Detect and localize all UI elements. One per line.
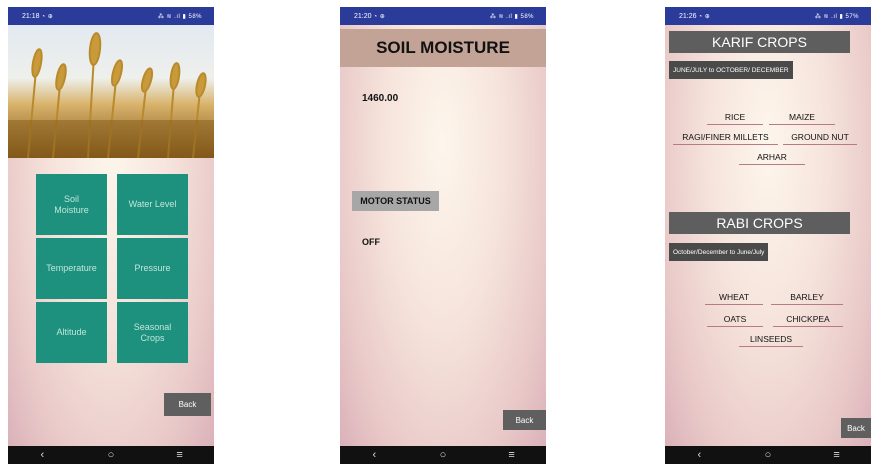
tile-temperature[interactable]: Temperature	[36, 238, 107, 299]
status-right: ⁂ ≋ .ıl ▮ 58%	[489, 13, 534, 20]
soil-moisture-value: 1460.00	[362, 93, 399, 104]
back-button[interactable]: Back	[503, 410, 546, 430]
notification-icons: ◔ ⊕	[373, 13, 386, 20]
status-left: 21:20 ◔ ⊕	[354, 13, 385, 20]
status-right: ⁂ ≋ .ıl ▮ 57%	[814, 13, 859, 20]
crop-wheat: WHEAT	[705, 292, 763, 305]
android-nav-bar: ‹ ○ ≡	[340, 446, 546, 464]
karif-season-range: JUNE/JULY to OCTOBER/ DECEMBER	[669, 61, 793, 79]
status-time: 21:20	[354, 12, 372, 20]
status-right: ⁂ ≋ .ıl ▮ 58%	[157, 13, 202, 20]
nav-menu-icon[interactable]: ≡	[497, 446, 527, 464]
karif-crops-header: KARIF CROPS	[669, 31, 850, 53]
status-left: 21:18 ◔ ⊕	[22, 13, 53, 20]
status-time: 21:18	[22, 12, 40, 20]
status-time: 21:26	[679, 12, 697, 20]
tile-altitude[interactable]: Altitude	[36, 302, 107, 363]
android-nav-bar: ‹ ○ ≡	[8, 446, 214, 464]
back-button[interactable]: Back	[841, 418, 871, 438]
crop-arhar: ARHAR	[739, 152, 805, 165]
crop-barley: BARLEY	[771, 292, 843, 305]
crop-maize: MAIZE	[769, 112, 835, 125]
motor-status-label: MOTOR STATUS	[352, 191, 439, 211]
notification-icons: ◔ ⊕	[41, 13, 54, 20]
nav-back-icon[interactable]: ‹	[684, 446, 714, 464]
crop-chickpea: CHICKPEA	[773, 314, 843, 327]
notification-icons: ◔ ⊕	[698, 13, 711, 20]
crop-linseeds: LINSEEDS	[739, 334, 803, 347]
tile-soil-moisture[interactable]: Soil Moisture	[36, 174, 107, 235]
nav-home-icon[interactable]: ○	[96, 446, 126, 464]
crop-ground-nut: GROUND NUT	[783, 132, 857, 145]
page-title: SOIL MOISTURE	[340, 29, 546, 67]
crop-ragi-finer-millets: RAGI/FINER MILLETS	[673, 132, 778, 145]
rabi-crops-header: RABI CROPS	[669, 212, 850, 234]
motor-status-value: OFF	[362, 237, 380, 247]
status-left: 21:26 ◔ ⊕	[679, 13, 710, 20]
tile-pressure[interactable]: Pressure	[117, 238, 188, 299]
nav-back-icon[interactable]: ‹	[359, 446, 389, 464]
status-bar: 21:20 ◔ ⊕ ⁂ ≋ .ıl ▮ 58%	[340, 7, 546, 25]
nav-home-icon[interactable]: ○	[428, 446, 458, 464]
tile-seasonal-crops[interactable]: Seasonal Crops	[117, 302, 188, 363]
nav-menu-icon[interactable]: ≡	[822, 446, 852, 464]
crop-rice: RICE	[707, 112, 763, 125]
wheat-field-illustration	[8, 25, 214, 158]
wheat-field-image	[8, 25, 214, 158]
nav-home-icon[interactable]: ○	[753, 446, 783, 464]
status-bar: 21:18 ◔ ⊕ ⁂ ≋ .ıl ▮ 58%	[8, 7, 214, 25]
tile-water-level[interactable]: Water Level	[117, 174, 188, 235]
android-nav-bar: ‹ ○ ≡	[665, 446, 871, 464]
nav-menu-icon[interactable]: ≡	[165, 446, 195, 464]
phone-screen-menu: 21:18 ◔ ⊕ ⁂ ≋ .ıl ▮ 58% Soil Moisture Wa…	[8, 7, 214, 464]
phone-screen-soil-moisture: 21:20 ◔ ⊕ ⁂ ≋ .ıl ▮ 58% SOIL MOISTURE 14…	[340, 7, 546, 464]
rabi-season-range: October/December to June/July	[669, 243, 769, 261]
crop-oats: OATS	[707, 314, 763, 327]
back-button[interactable]: Back	[164, 393, 211, 416]
status-bar: 21:26 ◔ ⊕ ⁂ ≋ .ıl ▮ 57%	[665, 7, 871, 25]
phone-screen-seasonal-crops: 21:26 ◔ ⊕ ⁂ ≋ .ıl ▮ 57% KARIF CROPS JUNE…	[665, 7, 871, 464]
nav-back-icon[interactable]: ‹	[27, 446, 57, 464]
